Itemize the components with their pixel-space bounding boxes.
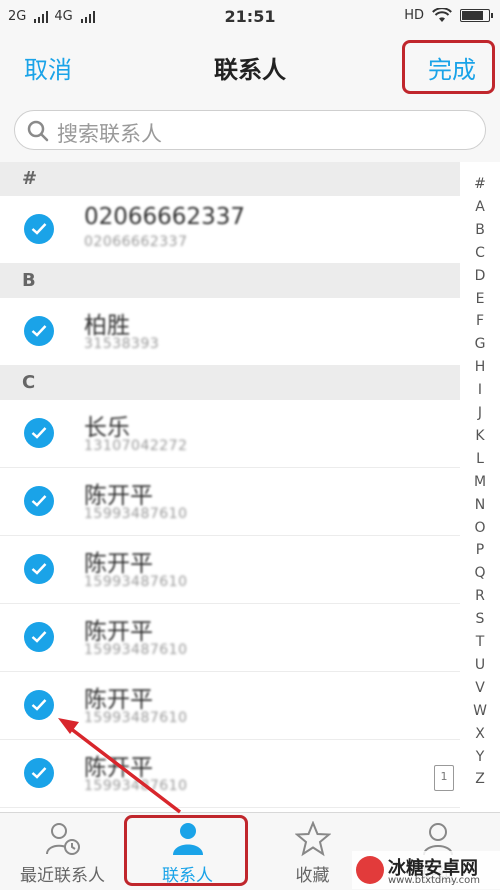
- check-icon: [31, 223, 47, 235]
- index-letter[interactable]: H: [460, 359, 500, 375]
- search-input[interactable]: 搜索联系人: [14, 110, 486, 150]
- contact-phone: 15993487610: [84, 710, 188, 726]
- alphabet-index[interactable]: # A B C D E F G H I J K L M N O P Q R S T U V W X Y Z: [460, 162, 500, 812]
- hd-label: HD: [404, 8, 424, 23]
- index-letter[interactable]: A: [460, 199, 500, 215]
- contact-phone: 15993487610: [84, 574, 188, 590]
- index-letter[interactable]: Z: [460, 771, 500, 787]
- star-icon: [295, 821, 331, 857]
- contact-name: 陈开平: [84, 619, 153, 645]
- contact-name: 陈开平: [84, 755, 153, 781]
- checkbox-checked[interactable]: [24, 622, 54, 652]
- page-indicator-icon[interactable]: 1: [434, 765, 454, 791]
- contact-row[interactable]: 长乐 13107042272: [0, 400, 460, 468]
- contact-name: 陈开平: [84, 687, 153, 713]
- contact-list[interactable]: # 02066662337 02066662337 B 柏胜 31538393 …: [0, 162, 460, 812]
- done-highlight-box: [402, 40, 495, 94]
- watermark-url: www.btxtdmy.com: [388, 875, 481, 886]
- index-letter[interactable]: J: [460, 405, 500, 421]
- tab-label: 最近联系人: [20, 866, 105, 886]
- index-letter[interactable]: #: [460, 176, 500, 192]
- index-letter[interactable]: E: [460, 291, 500, 307]
- check-icon: [31, 495, 47, 507]
- check-icon: [31, 631, 47, 643]
- search-placeholder: 搜索联系人: [57, 122, 162, 146]
- checkbox-checked[interactable]: [24, 758, 54, 788]
- index-letter[interactable]: Y: [460, 749, 500, 765]
- checkbox-checked[interactable]: [24, 554, 54, 584]
- index-letter[interactable]: X: [460, 726, 500, 742]
- index-letter[interactable]: G: [460, 336, 500, 352]
- check-icon: [31, 699, 47, 711]
- contact-name: 02066662337: [84, 204, 245, 230]
- contact-phone: 31538393: [84, 336, 160, 352]
- index-letter[interactable]: Q: [460, 565, 500, 581]
- checkbox-checked[interactable]: [24, 214, 54, 244]
- tab-recent-contacts[interactable]: 最近联系人: [0, 813, 125, 890]
- checkbox-checked[interactable]: [24, 486, 54, 516]
- index-letter[interactable]: F: [460, 313, 500, 329]
- index-letter[interactable]: V: [460, 680, 500, 696]
- index-letter[interactable]: C: [460, 245, 500, 261]
- checkbox-checked[interactable]: [24, 418, 54, 448]
- contact-row[interactable]: 柏胜 31538393: [0, 298, 460, 366]
- section-header: C: [0, 366, 460, 400]
- contact-row[interactable]: 陈开平 15993487610: [0, 672, 460, 740]
- watermark-logo-icon: [356, 856, 384, 884]
- index-letter[interactable]: T: [460, 634, 500, 650]
- index-letter[interactable]: W: [460, 703, 500, 719]
- contacts-tab-highlight-box: [124, 815, 248, 886]
- contact-name: 柏胜: [84, 313, 130, 339]
- checkbox-checked[interactable]: [24, 316, 54, 346]
- index-letter[interactable]: U: [460, 657, 500, 673]
- contact-row[interactable]: 陈开平 15993487610: [0, 468, 460, 536]
- battery-icon: [460, 9, 493, 22]
- watermark: 冰糖安卓网 www.btxtdmy.com: [352, 851, 500, 889]
- contact-phone: 15993487610: [84, 778, 188, 794]
- contact-name: 陈开平: [84, 551, 153, 577]
- index-letter[interactable]: N: [460, 497, 500, 513]
- index-letter[interactable]: B: [460, 222, 500, 238]
- section-header: #: [0, 162, 460, 196]
- section-header: B: [0, 264, 460, 298]
- contact-phone: 15993487610: [84, 506, 188, 522]
- wifi-icon: [432, 8, 452, 22]
- contact-name: 长乐: [84, 415, 130, 441]
- check-icon: [31, 563, 47, 575]
- check-icon: [31, 427, 47, 439]
- index-letter[interactable]: M: [460, 474, 500, 490]
- contact-row[interactable]: 陈开平 15993487610: [0, 604, 460, 672]
- contact-row[interactable]: 陈开平 15993487610: [0, 536, 460, 604]
- search-icon: [27, 120, 49, 142]
- index-letter[interactable]: K: [460, 428, 500, 444]
- search-area: 搜索联系人: [0, 98, 500, 162]
- status-bar: 2G 4G 21:51 HD: [0, 0, 500, 34]
- recent-contacts-icon: [46, 823, 80, 855]
- index-letter[interactable]: S: [460, 611, 500, 627]
- contact-phone: 15993487610: [84, 642, 188, 658]
- index-letter[interactable]: L: [460, 451, 500, 467]
- checkbox-checked[interactable]: [24, 690, 54, 720]
- contact-phone: 02066662337: [84, 234, 188, 250]
- status-right: HD: [404, 8, 493, 23]
- check-icon: [31, 767, 47, 779]
- contact-name: 陈开平: [84, 483, 153, 509]
- contact-row[interactable]: 02066662337 02066662337: [0, 196, 460, 264]
- index-letter[interactable]: P: [460, 542, 500, 558]
- index-letter[interactable]: O: [460, 520, 500, 536]
- check-icon: [31, 325, 47, 337]
- contact-row[interactable]: 陈开平 15993487610: [0, 740, 460, 808]
- index-letter[interactable]: R: [460, 588, 500, 604]
- index-letter[interactable]: I: [460, 382, 500, 398]
- contact-phone: 13107042272: [84, 438, 188, 454]
- index-letter[interactable]: D: [460, 268, 500, 284]
